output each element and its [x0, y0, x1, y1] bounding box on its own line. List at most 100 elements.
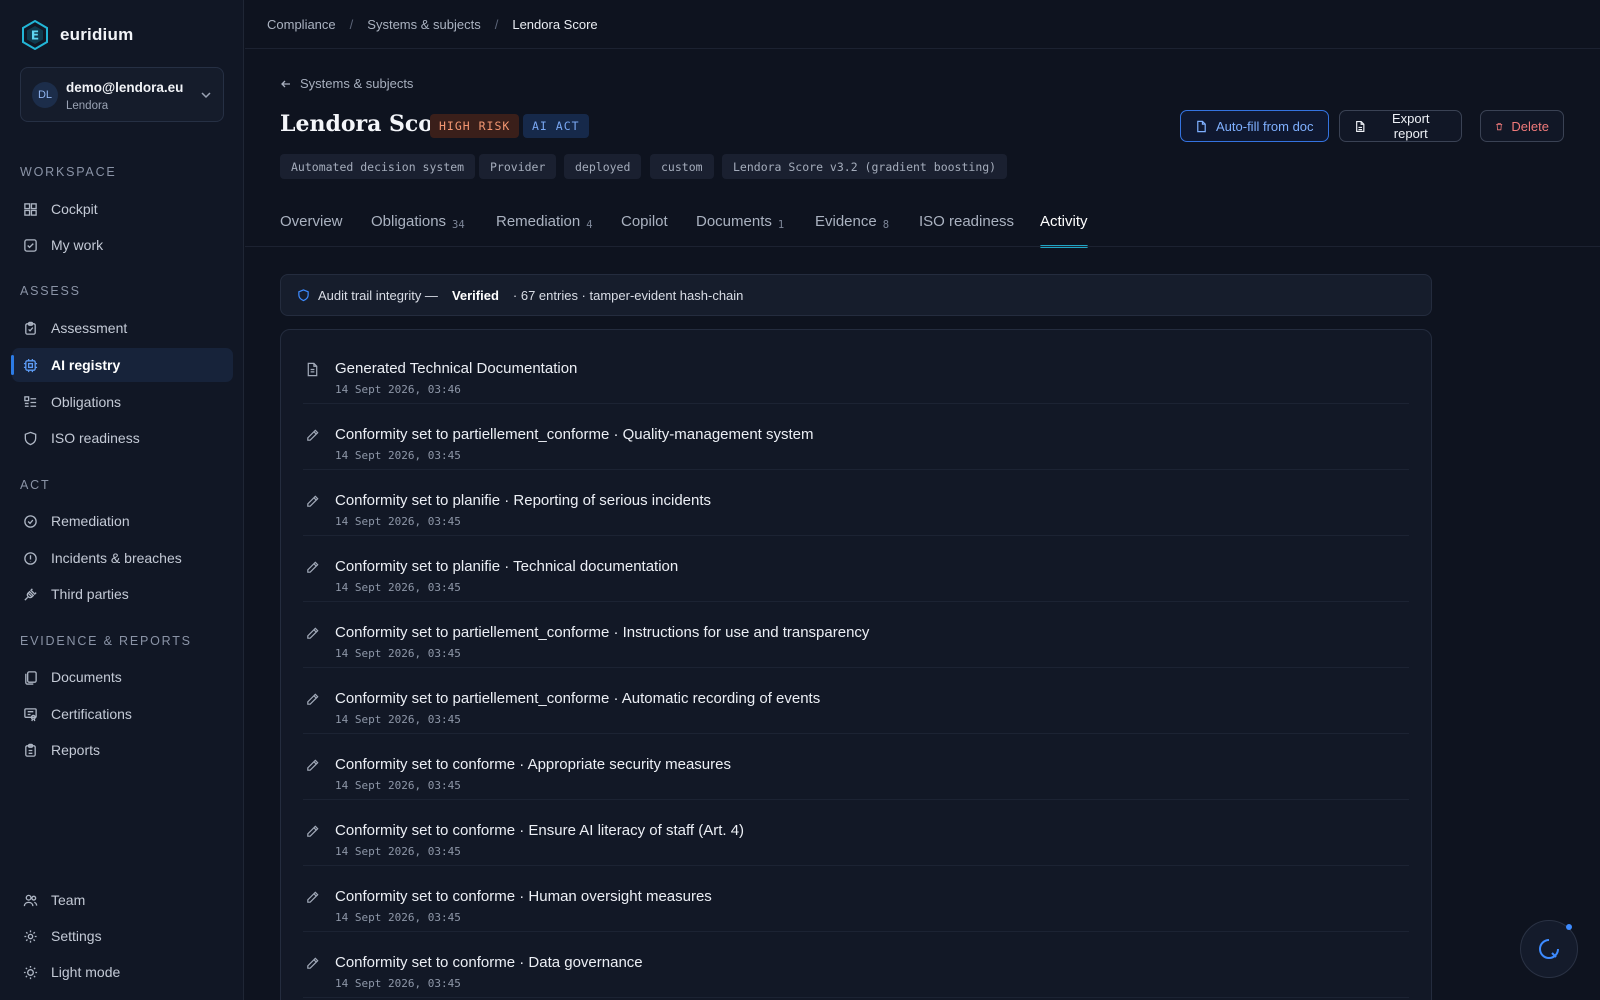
activity-row[interactable]: Conformity set to planifie · Technical d… [303, 536, 1409, 602]
sidebar: E euridium DL demo@lendora.eu Lendora WO… [0, 0, 244, 1000]
sidebar-item-light-mode[interactable]: Light mode [12, 955, 233, 989]
breadcrumb-item-systems[interactable]: Systems & subjects [367, 17, 480, 32]
check-square-icon [24, 238, 37, 252]
back-link[interactable]: Systems & subjects [280, 76, 413, 91]
regulation-badge: AI ACT [523, 114, 589, 138]
tab-iso-readiness[interactable]: ISO readiness [919, 205, 1014, 247]
check-circle-icon [24, 514, 37, 528]
sidebar-item-certifications[interactable]: Certifications [12, 697, 233, 731]
plug-icon [24, 587, 37, 601]
tab-obligations[interactable]: Obligations 34 [371, 205, 465, 247]
activity-row[interactable]: Conformity set to partiellement_conforme… [303, 602, 1409, 668]
tag-system-type: Automated decision system [280, 154, 476, 179]
sidebar-item-settings[interactable]: Settings [12, 919, 233, 953]
activity-time: 14 Sept 2026, 03:45 [335, 779, 461, 792]
brand[interactable]: E euridium [22, 20, 133, 50]
sidebar-item-team[interactable]: Team [12, 883, 233, 917]
activity-title: Conformity set to conforme · Appropriate… [335, 756, 731, 773]
activity-time: 14 Sept 2026, 03:45 [335, 911, 461, 924]
sidebar-item-obligations[interactable]: Obligations [12, 385, 233, 419]
delete-button[interactable]: Delete [1480, 110, 1564, 142]
document-icon [1197, 120, 1206, 132]
tab-label: Documents [696, 213, 772, 230]
sidebar-item-ai-registry[interactable]: AI registry [11, 348, 233, 382]
sidebar-item-documents[interactable]: Documents [12, 660, 233, 694]
arrow-left-icon [281, 80, 290, 87]
tab-label: Activity [1040, 213, 1088, 230]
sidebar-item-incidents[interactable]: Incidents & breaches [12, 541, 233, 575]
account-switcher[interactable]: DL demo@lendora.eu Lendora [20, 67, 224, 122]
svg-text:E: E [31, 29, 39, 43]
back-link-label: Systems & subjects [300, 76, 414, 91]
report-icon [25, 743, 36, 757]
sidebar-item-label: Team [51, 892, 86, 908]
tab-count: 4 [586, 219, 593, 231]
pencil-icon [307, 759, 319, 771]
tab-label: Copilot [621, 213, 668, 230]
breadcrumb-separator: / [494, 16, 499, 32]
tag-origin: custom [650, 154, 714, 179]
tab-evidence[interactable]: Evidence 8 [815, 205, 889, 247]
autofill-button[interactable]: Auto-fill from doc [1180, 110, 1329, 142]
delete-label: Delete [1511, 118, 1549, 134]
tab-label: Overview [280, 213, 343, 230]
section-title-evidence: EVIDENCE & REPORTS [20, 634, 192, 648]
activity-row[interactable]: Conformity set to conforme · Ensure AI l… [303, 800, 1409, 866]
sidebar-item-iso-readiness[interactable]: ISO readiness [12, 421, 233, 455]
activity-row[interactable]: Conformity set to conforme · Data govern… [303, 932, 1409, 998]
activity-row[interactable]: Conformity set to partiellement_conforme… [303, 404, 1409, 470]
tag-model: Lendora Score v3.2 (gradient boosting) [722, 154, 1008, 179]
autofill-label: Auto-fill from doc [1216, 118, 1314, 134]
tab-count: 8 [882, 219, 890, 231]
document-icon [307, 362, 318, 377]
activity-panel: Generated Technical Documentation 14 Sep… [280, 329, 1432, 1000]
sidebar-item-label: Third parties [51, 586, 129, 602]
sidebar-item-assessment[interactable]: Assessment [12, 311, 233, 345]
activity-row[interactable]: Conformity set to conforme · Human overs… [303, 866, 1409, 932]
tab-documents[interactable]: Documents 1 [696, 205, 784, 247]
sidebar-item-reports[interactable]: Reports [12, 733, 233, 767]
tab-copilot[interactable]: Copilot [621, 205, 668, 247]
sidebar-item-my-work[interactable]: My work [12, 228, 233, 262]
sidebar-item-remediation[interactable]: Remediation [12, 504, 233, 538]
tab-count: 1 [777, 219, 785, 231]
activity-row[interactable]: Conformity set to partiellement_conforme… [303, 668, 1409, 734]
sidebar-item-third-parties[interactable]: Third parties [12, 577, 233, 611]
integrity-suffix: · 67 entries · tamper-evident hash-chain [512, 287, 744, 303]
document-icon [1356, 120, 1365, 132]
activity-row[interactable]: Generated Technical Documentation 14 Sep… [303, 338, 1409, 404]
sidebar-item-label: Reports [51, 742, 101, 758]
sidebar-item-cockpit[interactable]: Cockpit [12, 192, 233, 226]
tab-label: Obligations [371, 213, 447, 230]
export-label: Export report [1391, 111, 1430, 141]
risk-badge: HIGH RISK [430, 114, 520, 138]
breadcrumb-item-compliance[interactable]: Compliance [267, 17, 336, 32]
sidebar-item-label: Settings [51, 928, 102, 944]
tab-overview[interactable]: Overview [280, 205, 343, 247]
euridium-logo-icon: E [22, 20, 48, 50]
activity-title: Conformity set to conforme · Ensure AI l… [335, 822, 745, 839]
pencil-icon [307, 891, 319, 903]
sidebar-item-label: Obligations [51, 394, 122, 410]
sidebar-item-label: Assessment [51, 320, 128, 336]
section-title-act: ACT [20, 478, 51, 492]
sun-icon [23, 965, 38, 979]
sidebar-item-label: Documents [51, 669, 122, 685]
shield-icon [24, 431, 37, 445]
avatar: DL [32, 82, 58, 108]
clipboard-icon [25, 321, 36, 335]
activity-title: Conformity set to planifie · Technical d… [335, 558, 679, 575]
section-title-workspace: WORKSPACE [20, 165, 117, 179]
tab-remediation[interactable]: Remediation 4 [496, 205, 593, 247]
tab-label: Remediation [496, 213, 581, 230]
activity-row[interactable]: Conformity set to conforme · Appropriate… [303, 734, 1409, 800]
activity-title: Conformity set to partiellement_conforme… [335, 426, 814, 443]
activity-title: Conformity set to partiellement_conforme… [335, 690, 821, 707]
activity-row[interactable]: Conformity set to planifie · Reporting o… [303, 470, 1409, 536]
account-org: Lendora [66, 100, 109, 112]
activity-time: 14 Sept 2026, 03:46 [335, 383, 461, 396]
tab-activity[interactable]: Activity [1040, 205, 1088, 248]
export-report-button[interactable]: Export report [1339, 110, 1462, 142]
sidebar-item-label: Incidents & breaches [51, 550, 182, 566]
tab-count: 34 [452, 219, 465, 231]
